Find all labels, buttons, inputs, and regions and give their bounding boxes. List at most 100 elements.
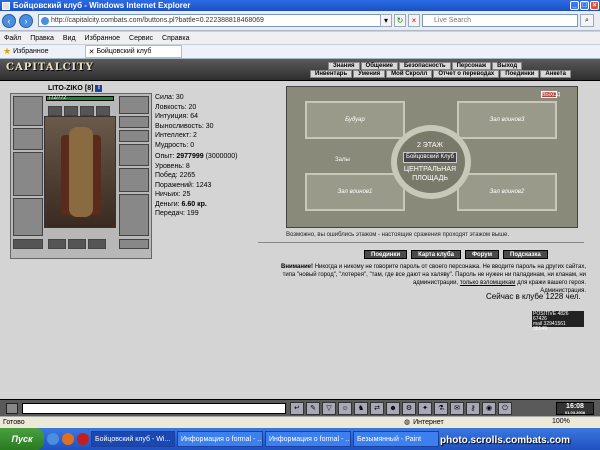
- arrows-icon[interactable]: ⇄: [370, 402, 384, 415]
- menu-transfers-report[interactable]: Отчет о переводах: [433, 70, 500, 78]
- chat-tools: ↵ ✎ ▽ ☺ ♞ ⇄ ☻ ⚙ ✦ ⚗ ✉ ⚷ ◉ ⏻: [290, 402, 512, 415]
- chat-toggle-icon[interactable]: [6, 403, 18, 414]
- maximize-button[interactable]: □: [580, 1, 589, 10]
- amulet-slot[interactable]: [119, 116, 149, 128]
- room-warriors-3[interactable]: Зал воинов3: [457, 101, 557, 139]
- warning-link[interactable]: только взломщикам: [460, 280, 516, 286]
- menu-tools[interactable]: Сервис: [129, 35, 153, 42]
- task-info-2[interactable]: Информация о formal - ...: [265, 431, 351, 447]
- belt-slot[interactable]: [13, 239, 43, 249]
- task-info-1[interactable]: Информация о formal - ...: [177, 431, 263, 447]
- chat-input[interactable]: [22, 403, 286, 414]
- start-button[interactable]: Пуск: [0, 428, 44, 450]
- close-button[interactable]: ×: [590, 1, 599, 10]
- pocket-slot-2[interactable]: [68, 239, 86, 249]
- character-name: LITO-ZIKO [8] i: [48, 85, 103, 92]
- menu-battles[interactable]: Поединки: [500, 70, 540, 78]
- menu-character[interactable]: Персонаж: [451, 62, 492, 70]
- menu-communication[interactable]: Общение: [360, 62, 398, 70]
- eraser-icon[interactable]: ✎: [306, 402, 320, 415]
- minimize-button[interactable]: _: [570, 1, 579, 10]
- menu-favorites[interactable]: Избранное: [85, 35, 120, 42]
- menu-edit[interactable]: Правка: [30, 35, 54, 42]
- character-stats: Сила: 30 Ловкость: 20 Интуиция: 64 Вынос…: [155, 93, 214, 150]
- menu-help[interactable]: Справка: [162, 35, 189, 42]
- favorites-button[interactable]: Избранное: [13, 48, 48, 55]
- earrings-slot[interactable]: [119, 96, 149, 114]
- square-label: ЦЕНТРАЛЬНАЯ ПЛОЩАДЬ: [403, 166, 457, 182]
- filter-icon[interactable]: ▽: [322, 402, 336, 415]
- refresh-icon[interactable]: ↻: [394, 14, 406, 27]
- hint-button[interactable]: Подсказка: [503, 250, 548, 259]
- legs-slot[interactable]: [119, 194, 149, 236]
- bracers-slot[interactable]: [13, 128, 43, 150]
- menu-profile[interactable]: Анкета: [540, 70, 571, 78]
- zoom-level[interactable]: 100%: [552, 418, 570, 425]
- rings-slot[interactable]: [119, 130, 149, 142]
- back-icon[interactable]: ‹: [2, 13, 16, 28]
- ie-quicklaunch-icon[interactable]: [47, 433, 59, 445]
- potion-icon[interactable]: ⚗: [434, 402, 448, 415]
- key-icon[interactable]: ⚷: [466, 402, 480, 415]
- site-counter[interactable]: POSITIVE 4826 67426 mail 32941561 36149: [532, 311, 584, 332]
- room-halls[interactable]: Залы: [335, 157, 350, 163]
- pocket-slot-3[interactable]: [88, 239, 106, 249]
- address-bar[interactable]: http://capitalcity.combats.com/buttons.p…: [38, 14, 392, 27]
- rune-slot-4[interactable]: [96, 106, 110, 116]
- opera-quicklaunch-icon[interactable]: [77, 433, 89, 445]
- star-icon[interactable]: ★: [3, 46, 11, 57]
- online-count: Сейчас в клубе 1228 чел.: [486, 292, 581, 301]
- boots-slot[interactable]: [119, 239, 149, 249]
- bag-icon[interactable]: ◉: [482, 402, 496, 415]
- firefox-quicklaunch-icon[interactable]: [62, 433, 74, 445]
- scroll-icon[interactable]: ✉: [450, 402, 464, 415]
- dropdown-icon[interactable]: ▾: [380, 14, 392, 27]
- character-name-text[interactable]: LITO-ZIKO: [48, 85, 83, 92]
- menu-inventory[interactable]: Инвентарь: [310, 70, 353, 78]
- fighter-icon[interactable]: ♞: [354, 402, 368, 415]
- club-map-button[interactable]: Карта клуба: [411, 250, 461, 259]
- menu-skills[interactable]: Умения: [353, 70, 386, 78]
- send-icon[interactable]: ↵: [290, 402, 304, 415]
- room-warriors-2-label: Зал воинов2: [489, 189, 525, 195]
- menu-exit[interactable]: Выход: [492, 62, 523, 70]
- forum-button[interactable]: Форум: [464, 250, 500, 259]
- helmet-slot[interactable]: [13, 96, 43, 126]
- rune-slot-2[interactable]: [64, 106, 78, 116]
- weapon-slot[interactable]: [13, 152, 43, 196]
- rune-slot-3[interactable]: [80, 106, 94, 116]
- room-warriors-1[interactable]: Зал воинов1: [305, 173, 405, 211]
- shield-slot[interactable]: [119, 168, 149, 192]
- task-combats[interactable]: Бойцовский клуб - Wi...: [91, 431, 175, 447]
- exit-button[interactable]: ВЫХОД: [541, 91, 560, 98]
- quest-icon[interactable]: ✦: [418, 402, 432, 415]
- smile-icon[interactable]: ☻: [386, 402, 400, 415]
- room-warriors-2[interactable]: Зал воинов2: [457, 173, 557, 211]
- search-input[interactable]: Live Search: [422, 14, 578, 27]
- menu-knowledge[interactable]: Знания: [328, 62, 360, 70]
- gloves-slot[interactable]: [119, 144, 149, 166]
- menu-file[interactable]: Файл: [4, 35, 21, 42]
- menu-security[interactable]: Безопасность: [398, 62, 451, 70]
- people-icon[interactable]: ☺: [338, 402, 352, 415]
- armor-slot[interactable]: [13, 198, 43, 236]
- forward-icon[interactable]: ›: [19, 13, 33, 28]
- character-avatar: [44, 116, 116, 228]
- rune-slot-1[interactable]: [48, 106, 62, 116]
- pocket-slot-1[interactable]: [48, 239, 66, 249]
- central-square[interactable]: 2 ЭТАЖ Бойцовский Клуб ЦЕНТРАЛЬНАЯ ПЛОЩА…: [399, 141, 461, 185]
- search-icon[interactable]: ⌕: [580, 14, 594, 27]
- menu-view[interactable]: Вид: [63, 35, 76, 42]
- club-label: Бойцовский Клуб: [403, 152, 457, 163]
- browser-tab[interactable]: ✕ Бойцовский клуб: [84, 45, 183, 58]
- info-icon[interactable]: i: [95, 85, 103, 92]
- stop-icon[interactable]: ×: [408, 14, 420, 27]
- room-boudoir[interactable]: Будуар: [305, 101, 405, 139]
- exit-icon[interactable]: ⏻: [498, 402, 512, 415]
- menu-scroll[interactable]: Мой Скролл: [386, 70, 433, 78]
- task-paint[interactable]: Безымянный - Paint: [353, 431, 439, 447]
- stat-agility: Ловкость: 20: [155, 103, 197, 111]
- game-clock: 16:08 01.03.2008: [556, 402, 594, 415]
- battles-button[interactable]: Поединки: [364, 250, 408, 259]
- settings-icon[interactable]: ⚙: [402, 402, 416, 415]
